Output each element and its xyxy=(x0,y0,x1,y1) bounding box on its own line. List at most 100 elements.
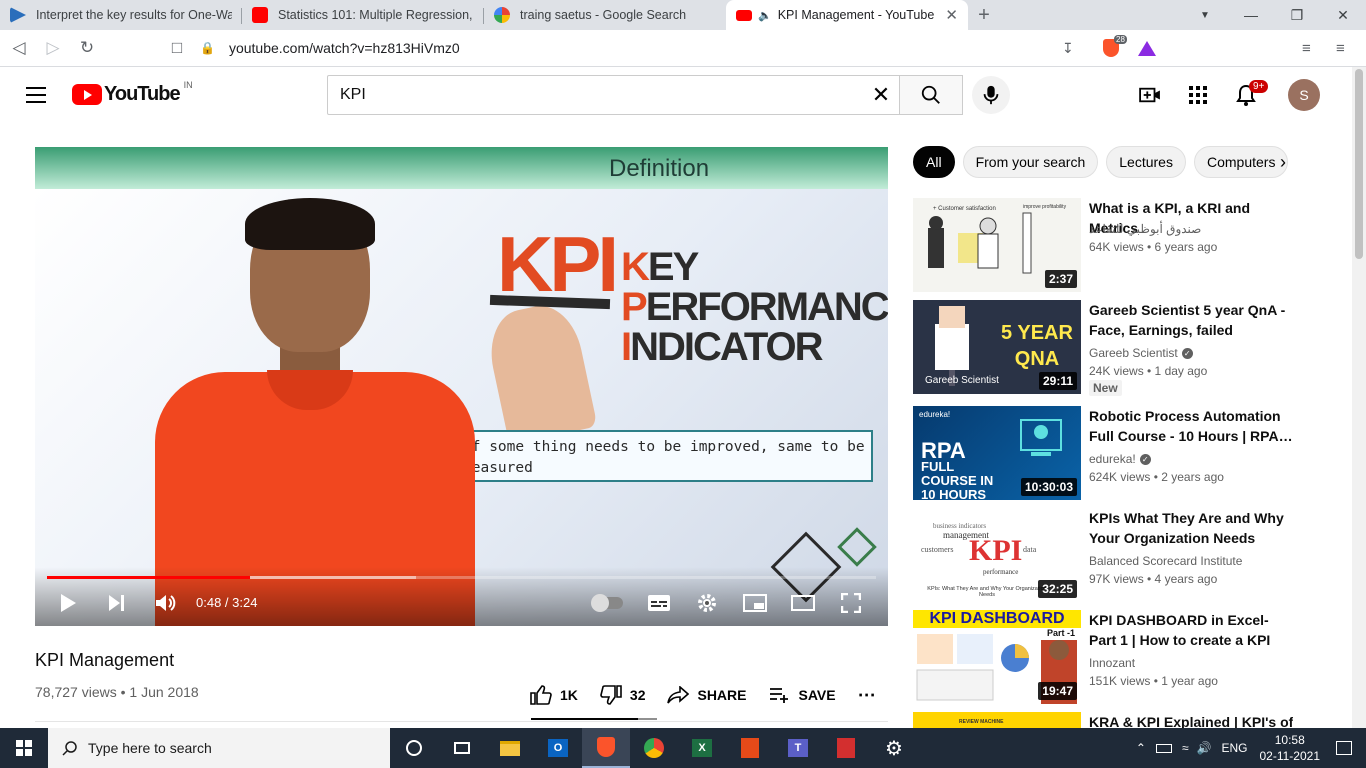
clear-search-icon[interactable]: ✕ xyxy=(863,82,899,108)
minimize-button[interactable]: — xyxy=(1228,7,1274,23)
settings-button[interactable] xyxy=(696,591,718,615)
teams-icon[interactable]: T xyxy=(774,728,822,768)
more-actions-button[interactable]: ⋯ xyxy=(858,685,877,706)
related-channel-row[interactable]: edureka! ✓ xyxy=(1089,452,1151,466)
cortana-icon[interactable] xyxy=(390,728,438,768)
volume-button[interactable] xyxy=(155,591,177,615)
scrollbar-thumb[interactable] xyxy=(1355,69,1363,259)
like-button[interactable]: 1K xyxy=(530,685,578,705)
task-view-icon[interactable] xyxy=(438,728,486,768)
video-player[interactable]: Definition KPI KEY PERFORMANCE INDICATOR… xyxy=(35,147,888,626)
related-video[interactable]: edureka! RPA FULL COURSE IN 10 HOURS 10:… xyxy=(913,406,1293,500)
browser-tab-active[interactable]: 🔈 KPI Management - YouTube ✕ xyxy=(726,0,968,30)
back-icon[interactable]: ◁ xyxy=(4,38,34,58)
youtube-logo[interactable]: YouTube IN xyxy=(72,80,193,106)
video-thumbnail[interactable]: REVIEW MACHINE xyxy=(913,712,1081,728)
related-video[interactable]: KPI DASHBOARD Part -1 19:47 KPI DASHBOAR… xyxy=(913,610,1293,704)
theater-mode-button[interactable] xyxy=(791,591,815,615)
like-count: 1K xyxy=(560,687,578,703)
close-tab-icon[interactable]: ✕ xyxy=(945,6,958,24)
reload-icon[interactable]: ↻ xyxy=(72,38,102,58)
voice-search-button[interactable] xyxy=(972,76,1010,114)
windows-start-button[interactable] xyxy=(0,728,48,768)
related-channel[interactable]: صندوق أبوظبي للتقاعد xyxy=(1089,222,1201,236)
settings-gear-icon[interactable]: ⚙ xyxy=(870,728,918,768)
excel-icon[interactable]: X xyxy=(678,728,726,768)
video-thumbnail[interactable]: 5 YEAR QNA Gareeb Scientist 29:11 xyxy=(913,300,1081,394)
share-button[interactable]: SHARE xyxy=(667,686,747,704)
wifi-icon[interactable]: ≈ xyxy=(1182,741,1189,755)
download-icon[interactable]: ↧ xyxy=(1062,40,1074,57)
related-video[interactable]: KPI business indicators customers data mana… xyxy=(913,508,1293,602)
play-button[interactable] xyxy=(59,591,77,615)
action-center-icon[interactable] xyxy=(1336,741,1352,755)
related-title[interactable]: KRA & KPI Explained | KPI's of xyxy=(1089,712,1293,728)
browser-tab[interactable]: traing saetus - Google Search xyxy=(484,0,726,30)
browser-tab[interactable]: Statistics 101: Multiple Regression, AIC xyxy=(242,0,484,30)
video-thumbnail[interactable]: KPI business indicators customers data mana… xyxy=(913,508,1081,602)
url-text[interactable]: youtube.com/watch?v=hz813HiVmz0 xyxy=(229,40,460,56)
chip-lectures[interactable]: Lectures xyxy=(1106,146,1186,178)
miniplayer-button[interactable] xyxy=(743,591,767,615)
chip-all[interactable]: All xyxy=(913,146,955,178)
dislike-button[interactable]: 32 xyxy=(600,685,645,705)
search-box[interactable]: KPI ✕ xyxy=(327,75,900,115)
related-channel[interactable]: Balanced Scorecard Institute xyxy=(1089,554,1242,568)
close-window-button[interactable]: ✕ xyxy=(1320,7,1366,24)
related-title[interactable]: Robotic Process Automation Full Course -… xyxy=(1089,406,1295,446)
related-video[interactable]: REVIEW MACHINE KRA & KPI Explained | KPI… xyxy=(913,712,1293,728)
related-video[interactable]: + Customer satisfaction improve profitabi… xyxy=(913,198,1293,292)
new-tab-button[interactable]: + xyxy=(968,0,1000,30)
battery-icon[interactable] xyxy=(1155,743,1172,753)
clock[interactable]: 10:58 02-11-2021 xyxy=(1260,732,1321,764)
create-video-icon[interactable] xyxy=(1138,83,1162,107)
video-thumbnail[interactable]: edureka! RPA FULL COURSE IN 10 HOURS 10:… xyxy=(913,406,1081,500)
outlook-icon[interactable]: O xyxy=(534,728,582,768)
captions-button[interactable] xyxy=(647,591,671,615)
tray-overflow-icon[interactable]: ⌃ xyxy=(1136,741,1146,755)
speaker-icon[interactable]: 🔈 xyxy=(758,9,772,22)
brave-browser-icon[interactable] xyxy=(582,728,630,768)
tab-search-icon[interactable]: ▼ xyxy=(1182,10,1228,21)
hamburger-menu-icon[interactable] xyxy=(26,87,46,103)
chevron-right-icon[interactable]: › xyxy=(1280,152,1286,173)
taskbar-search[interactable]: Type here to search xyxy=(48,728,390,768)
related-video[interactable]: 5 YEAR QNA Gareeb Scientist 29:11 Gareeb… xyxy=(913,300,1295,396)
volume-tray-icon[interactable]: 🔊 xyxy=(1197,741,1212,755)
bookmark-icon[interactable]: □ xyxy=(162,38,192,58)
forward-icon[interactable]: ▷ xyxy=(38,38,68,58)
avatar[interactable]: S xyxy=(1288,79,1320,111)
related-title[interactable]: KPIs What They Are and Why Your Organiza… xyxy=(1089,508,1295,548)
browser-tab[interactable]: Interpret the key results for One-Way AN… xyxy=(0,0,242,30)
address-bar[interactable]: 🔒 youtube.com/watch?v=hz813HiVmz0 ↧ 28 xyxy=(200,33,1162,63)
maximize-button[interactable]: ❐ xyxy=(1274,7,1320,24)
apps-grid-icon[interactable] xyxy=(1186,83,1210,107)
related-channel-row[interactable]: Gareeb Scientist ✓ xyxy=(1089,346,1193,360)
search-input[interactable]: KPI xyxy=(340,86,863,104)
chip-from-your-search[interactable]: From your search xyxy=(962,146,1099,178)
acrobat-icon[interactable] xyxy=(822,728,870,768)
video-thumbnail[interactable]: + Customer satisfaction improve profitabi… xyxy=(913,198,1081,292)
office-icon[interactable] xyxy=(726,728,774,768)
save-button[interactable]: SAVE xyxy=(769,687,836,703)
related-title[interactable]: Gareeb Scientist 5 year QnA - Face, Earn… xyxy=(1089,300,1295,340)
progress-bar[interactable] xyxy=(47,576,876,579)
chrome-icon[interactable] xyxy=(630,728,678,768)
fullscreen-button[interactable] xyxy=(841,591,861,615)
lock-icon[interactable]: 🔒 xyxy=(200,41,215,55)
svg-text:data: data xyxy=(1023,545,1037,554)
video-thumbnail[interactable]: KPI DASHBOARD Part -1 19:47 xyxy=(913,610,1081,704)
next-button[interactable] xyxy=(107,591,125,615)
page-scrollbar[interactable] xyxy=(1352,67,1366,728)
language-indicator[interactable]: ENG xyxy=(1221,741,1247,755)
related-title[interactable]: KPI DASHBOARD in Excel-Part 1 | How to c… xyxy=(1089,610,1295,650)
media-control-icon[interactable]: ≡ xyxy=(1302,40,1311,57)
file-explorer-icon[interactable] xyxy=(486,728,534,768)
fullscreen-icon xyxy=(841,593,861,613)
chip-computers[interactable]: Computers xyxy=(1193,146,1289,178)
brave-rewards-icon[interactable] xyxy=(1138,40,1156,56)
browser-menu-icon[interactable]: ≡ xyxy=(1336,40,1345,57)
related-channel[interactable]: Innozant xyxy=(1089,656,1135,670)
search-button[interactable] xyxy=(899,75,963,115)
autoplay-toggle[interactable] xyxy=(591,591,623,615)
